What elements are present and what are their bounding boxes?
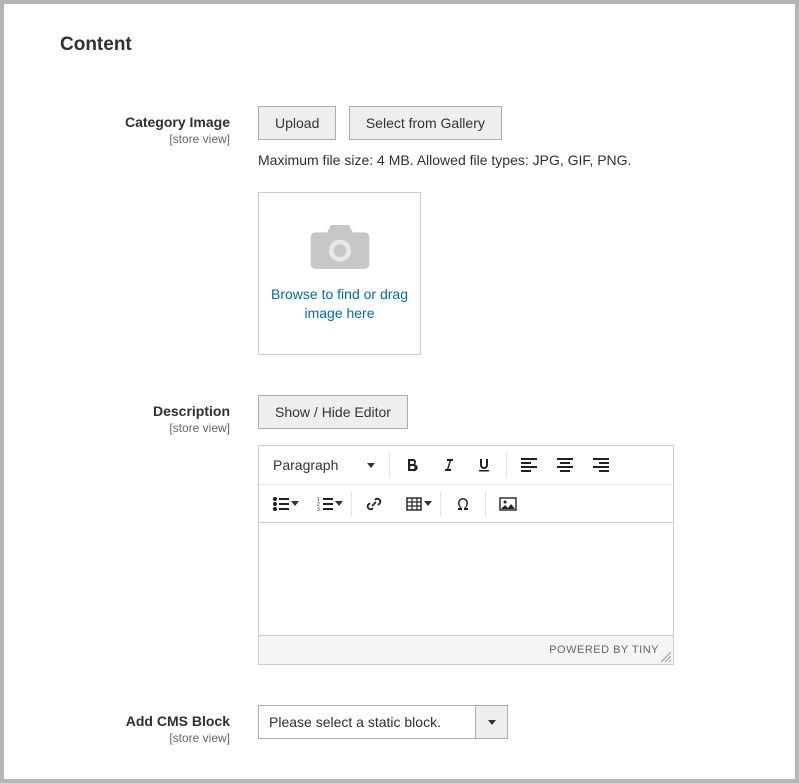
- bold-button[interactable]: [394, 447, 430, 483]
- link-button[interactable]: [356, 486, 392, 522]
- format-select-value: Paragraph: [273, 457, 338, 473]
- select-from-gallery-button[interactable]: Select from Gallery: [349, 106, 502, 140]
- upload-button[interactable]: Upload: [258, 106, 336, 140]
- image-icon: [499, 497, 517, 511]
- image-button[interactable]: [490, 486, 526, 522]
- toggle-editor-button[interactable]: Show / Hide Editor: [258, 395, 408, 429]
- bold-icon: [404, 457, 420, 473]
- special-char-button[interactable]: [445, 486, 481, 522]
- cms-block-select[interactable]: Please select a static block.: [258, 705, 508, 739]
- description-label: Description: [60, 403, 230, 419]
- align-right-icon: [593, 458, 609, 472]
- wysiwyg-editor: Paragraph: [258, 445, 674, 665]
- italic-icon: [441, 457, 455, 473]
- resize-handle-icon[interactable]: [661, 652, 671, 662]
- chevron-down-icon: [488, 720, 496, 725]
- description-scope: [store view]: [60, 421, 230, 435]
- editor-footer: POWERED BY TINY: [259, 635, 673, 664]
- bullet-list-button[interactable]: [259, 486, 303, 522]
- italic-button[interactable]: [430, 447, 466, 483]
- numbered-list-icon: 123: [317, 497, 333, 511]
- table-button[interactable]: [392, 486, 436, 522]
- underline-button[interactable]: [466, 447, 502, 483]
- align-center-button[interactable]: [547, 447, 583, 483]
- omega-icon: [455, 496, 471, 512]
- format-select[interactable]: Paragraph: [259, 446, 385, 484]
- chevron-down-icon: [424, 501, 432, 506]
- underline-icon: [476, 457, 492, 473]
- cms-block-label: Add CMS Block: [60, 713, 230, 729]
- chevron-down-icon: [291, 501, 299, 506]
- description-textarea[interactable]: [259, 523, 673, 635]
- cms-block-select-toggle[interactable]: [476, 705, 508, 739]
- chevron-down-icon: [335, 501, 343, 506]
- svg-text:3: 3: [317, 507, 320, 511]
- align-right-button[interactable]: [583, 447, 619, 483]
- camera-icon: [310, 225, 370, 269]
- align-left-icon: [521, 458, 537, 472]
- bullet-list-icon: [273, 497, 289, 511]
- link-icon: [365, 495, 383, 513]
- dropzone-text: Browse to find or drag image here: [259, 285, 420, 323]
- align-left-button[interactable]: [511, 447, 547, 483]
- category-image-label: Category Image: [60, 114, 230, 130]
- cms-block-select-value[interactable]: Please select a static block.: [258, 705, 476, 739]
- upload-helper-text: Maximum file size: 4 MB. Allowed file ty…: [258, 152, 755, 168]
- chevron-down-icon: [367, 463, 375, 468]
- image-dropzone[interactable]: Browse to find or drag image here: [258, 192, 421, 355]
- section-title: Content: [60, 34, 755, 56]
- numbered-list-button[interactable]: 123: [303, 486, 347, 522]
- table-icon: [406, 497, 422, 511]
- category-image-scope: [store view]: [60, 132, 230, 146]
- editor-branding: POWERED BY TINY: [549, 644, 659, 656]
- cms-block-scope: [store view]: [60, 731, 230, 745]
- align-center-icon: [557, 458, 573, 472]
